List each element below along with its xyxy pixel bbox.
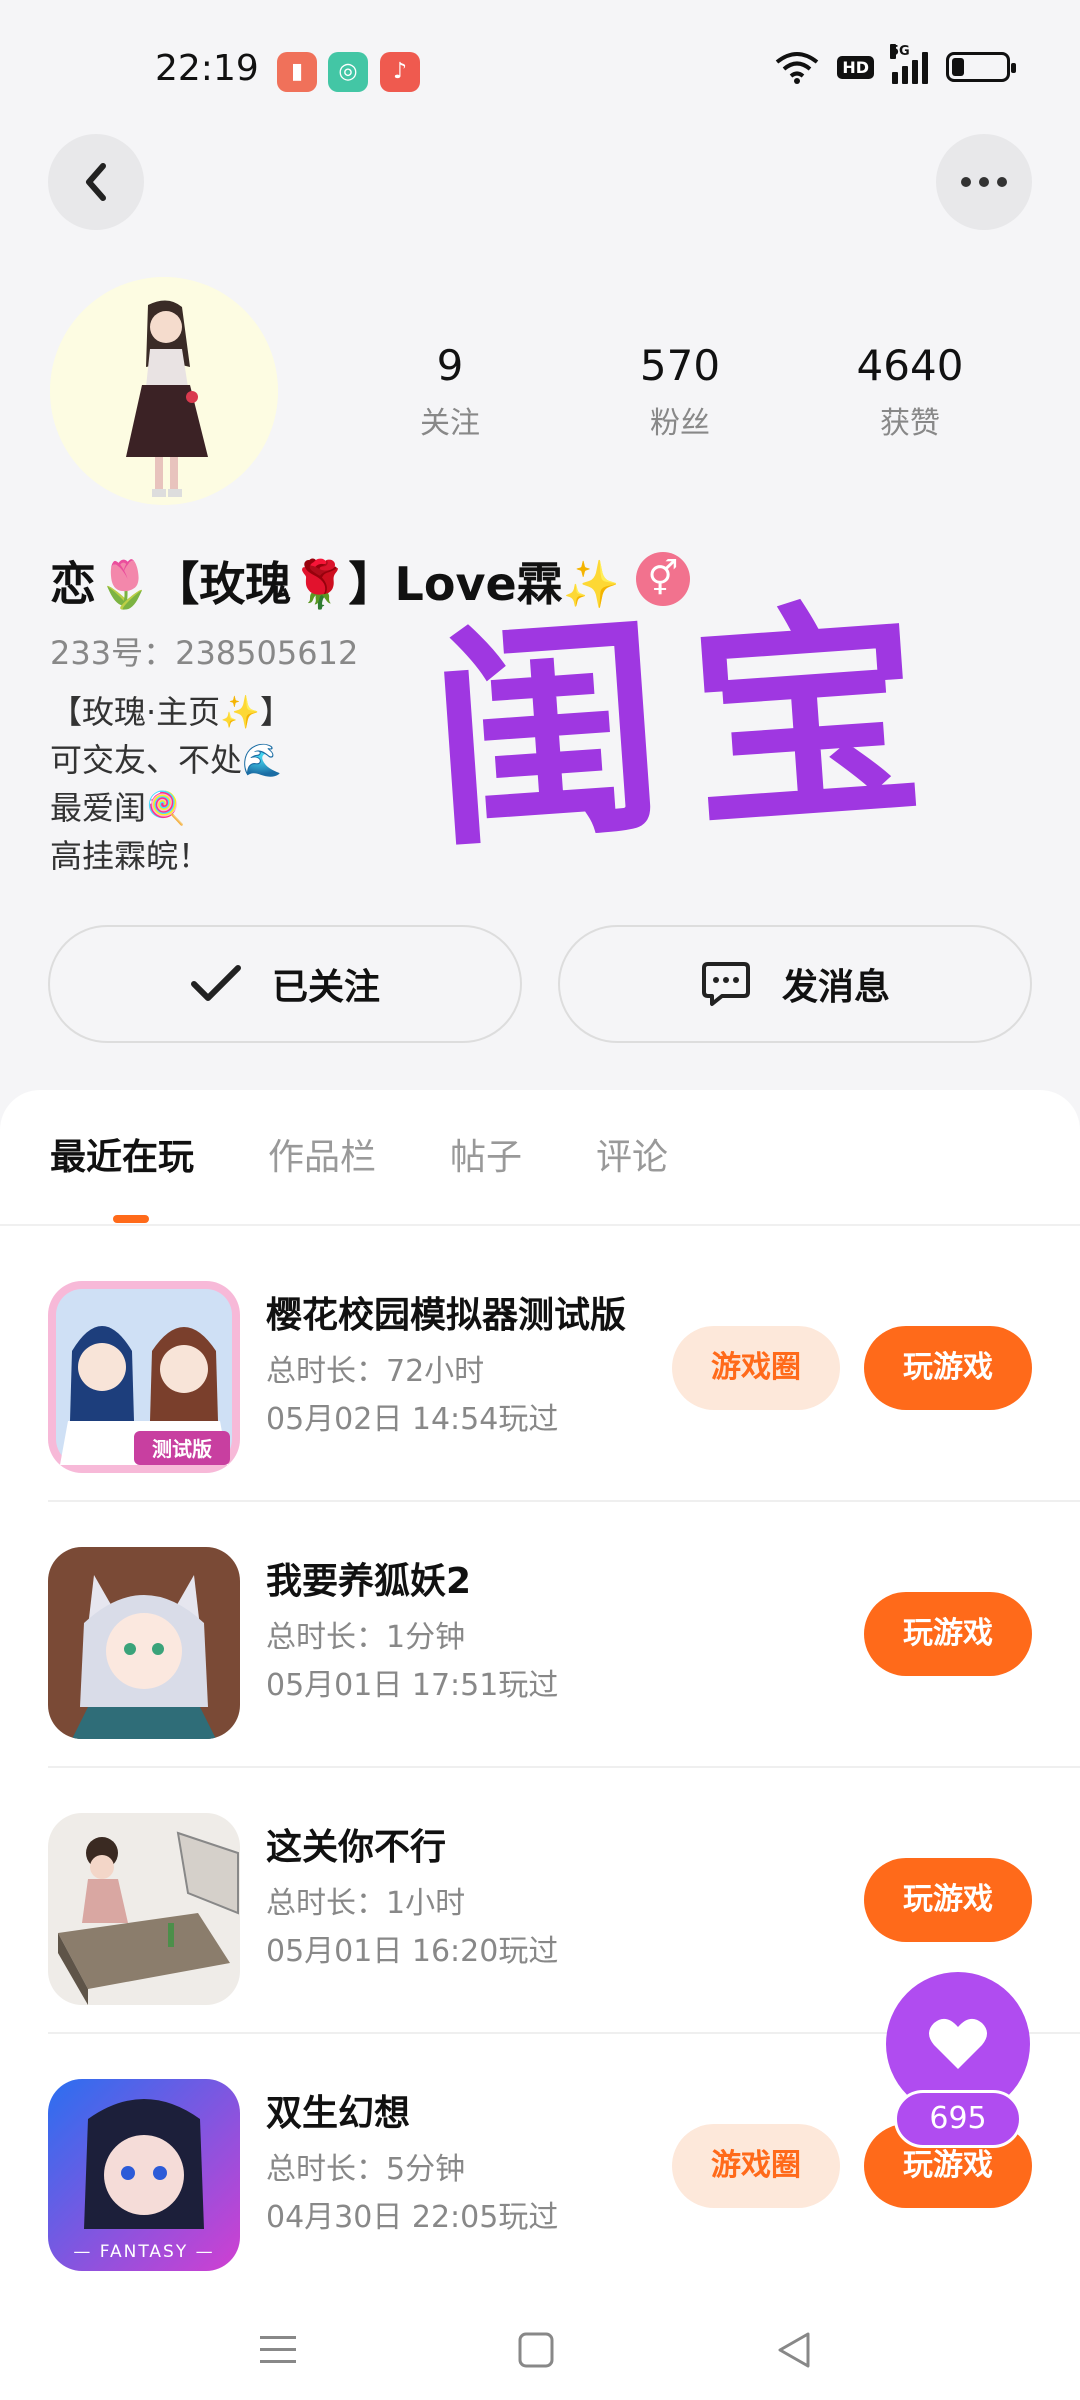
square-icon	[518, 2332, 554, 2368]
fantasy-logo-text: — FANTASY —	[73, 2242, 214, 2262]
more-options-button[interactable]	[936, 134, 1032, 230]
battery-icon	[946, 52, 1016, 82]
game-duration: 总时长：5分钟	[266, 2152, 466, 2187]
tabs-divider	[0, 1224, 1080, 1226]
game-icon: — FANTASY —	[48, 2079, 240, 2271]
game-title: 我要养狐妖2	[266, 1561, 472, 1602]
stat-likes[interactable]: 4640 获赞	[820, 340, 1000, 442]
play-game-button[interactable]: 玩游戏	[864, 1326, 1032, 1410]
stat-label: 获赞	[880, 406, 940, 441]
status-indicators: HD 5G	[775, 44, 1016, 84]
profile-stats: 9 关注 570 粉丝 4640 获赞	[360, 340, 1000, 442]
game-last-played: 05月01日 17:51玩过	[266, 1668, 559, 1703]
stat-label: 粉丝	[650, 406, 710, 441]
avatar-image	[50, 277, 278, 505]
stat-following[interactable]: 9 关注	[360, 340, 540, 442]
bio-line: 高挂霖皖！	[50, 837, 211, 875]
wifi-icon	[776, 52, 819, 84]
game-last-played: 05月02日 14:54玩过	[266, 1402, 559, 1437]
game-icon: 测试版	[48, 1281, 240, 1473]
tab-recently-played[interactable]: 最近在玩	[50, 1128, 194, 1200]
back-button[interactable]	[48, 134, 144, 230]
nav-back-button[interactable]	[754, 2310, 834, 2390]
nav-home-button[interactable]	[496, 2310, 576, 2390]
game-title: 这关你不行	[266, 1827, 447, 1868]
tab-works[interactable]: 作品栏	[268, 1128, 376, 1200]
bio-line: 可交友、不处🌊	[50, 741, 282, 779]
send-message-button[interactable]: 发消息	[558, 925, 1032, 1043]
game-icon	[48, 1813, 240, 2005]
game-title: 樱花校园模拟器测试版	[266, 1295, 627, 1336]
bio-line: 【玫瑰·主页✨】	[50, 693, 293, 731]
menu-icon	[260, 2336, 296, 2363]
check-icon	[190, 965, 241, 1001]
network-type: 5G	[890, 44, 910, 59]
book-app-icon: ▮	[277, 52, 317, 92]
chevron-left-icon	[86, 163, 106, 201]
game-title: 双生幻想	[266, 2093, 411, 2134]
stat-followers[interactable]: 570 粉丝	[590, 340, 770, 442]
game-circle-button[interactable]: 游戏圈	[672, 2124, 840, 2208]
game-row[interactable]: 测试版 樱花校园模拟器测试版 总时长：72小时 05月02日 14:54玩过 游…	[0, 1236, 1080, 1502]
bio-line: 最爱闺🍭	[50, 789, 186, 827]
stat-value: 570	[639, 341, 721, 390]
game-duration: 总时长：1小时	[266, 1886, 466, 1921]
status-bar: 22:19 ▮ ◎ ♪ HD 5G	[0, 0, 1080, 140]
game-last-played: 04月30日 22:05玩过	[266, 2200, 559, 2235]
game-icon	[48, 1547, 240, 1739]
handwritten-overlay: 闺宝	[422, 573, 961, 879]
test-version-badge: 测试版	[152, 1437, 212, 1461]
hd-badge: HD	[837, 55, 874, 79]
user-id: 233号：238505612	[50, 634, 359, 672]
nav-menu-button[interactable]	[238, 2310, 318, 2390]
send-message-label: 发消息	[781, 967, 890, 1008]
tab-comments[interactable]: 评论	[596, 1128, 668, 1200]
stat-value: 9	[436, 341, 464, 390]
game-last-played: 05月01日 16:20玩过	[266, 1934, 559, 1969]
followed-label: 已关注	[271, 967, 380, 1008]
more-dots-icon	[961, 177, 1007, 187]
followed-button[interactable]: 已关注	[48, 925, 522, 1043]
tab-posts[interactable]: 帖子	[450, 1128, 522, 1200]
bio: 【玫瑰·主页✨】 可交友、不处🌊 最爱闺🍭 高挂霖皖！	[50, 688, 292, 880]
stat-label: 关注	[420, 406, 480, 441]
active-tab-indicator	[113, 1215, 149, 1223]
signal-icon: 5G	[890, 44, 928, 84]
like-count: 695	[894, 2090, 1022, 2148]
stat-value: 4640	[856, 341, 964, 390]
heart-icon	[929, 2018, 987, 2069]
avatar[interactable]	[50, 277, 278, 505]
game-duration: 总时长：72小时	[266, 1354, 485, 1389]
play-game-button[interactable]: 玩游戏	[864, 1592, 1032, 1676]
status-time: 22:19	[155, 48, 259, 89]
play-game-button[interactable]: 玩游戏	[864, 1858, 1032, 1942]
music-app-icon: ♪	[380, 52, 420, 92]
tab-bar: 最近在玩 作品栏 帖子 评论	[50, 1128, 668, 1200]
game-row[interactable]: 我要养狐妖2 总时长：1分钟 05月01日 17:51玩过 玩游戏	[0, 1502, 1080, 1768]
triangle-back-icon	[778, 2332, 810, 2368]
camera-app-icon: ◎	[328, 52, 368, 92]
game-duration: 总时长：1分钟	[266, 1620, 466, 1655]
game-circle-button[interactable]: 游戏圈	[672, 1326, 840, 1410]
system-nav-bar	[0, 2290, 1080, 2400]
message-bubble-icon	[701, 962, 750, 1006]
